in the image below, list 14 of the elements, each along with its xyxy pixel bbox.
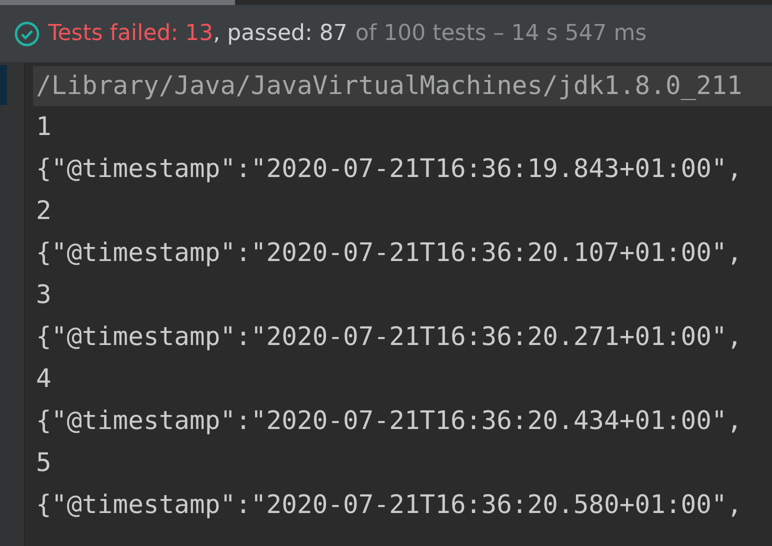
check-circle-icon (14, 20, 40, 46)
console-line: {"@timestamp":"2020-07-21T16:36:19.843+01:00", (35, 153, 744, 186)
failed-count: Tests failed: 13 (48, 21, 214, 46)
console-line: 4 (35, 363, 52, 396)
console-line: {"@timestamp":"2020-07-21T16:36:20.107+01:00", (35, 237, 744, 270)
test-summary: of 100 tests – 14 s 547 ms (355, 21, 647, 46)
console-line: {"@timestamp":"2020-07-21T16:36:20.580+01:00", (35, 489, 744, 522)
console-line: {"@timestamp":"2020-07-21T16:36:20.271+01:00", (35, 321, 744, 354)
console-line: 2 (35, 195, 52, 228)
console-line: 1 (35, 111, 52, 144)
console-line: 3 (35, 279, 52, 312)
console-line: {"@timestamp":"2020-07-21T16:36:20.434+01:00", (35, 405, 744, 438)
passed-count: , passed: 87 (213, 21, 348, 46)
console-line: 5 (35, 447, 52, 480)
